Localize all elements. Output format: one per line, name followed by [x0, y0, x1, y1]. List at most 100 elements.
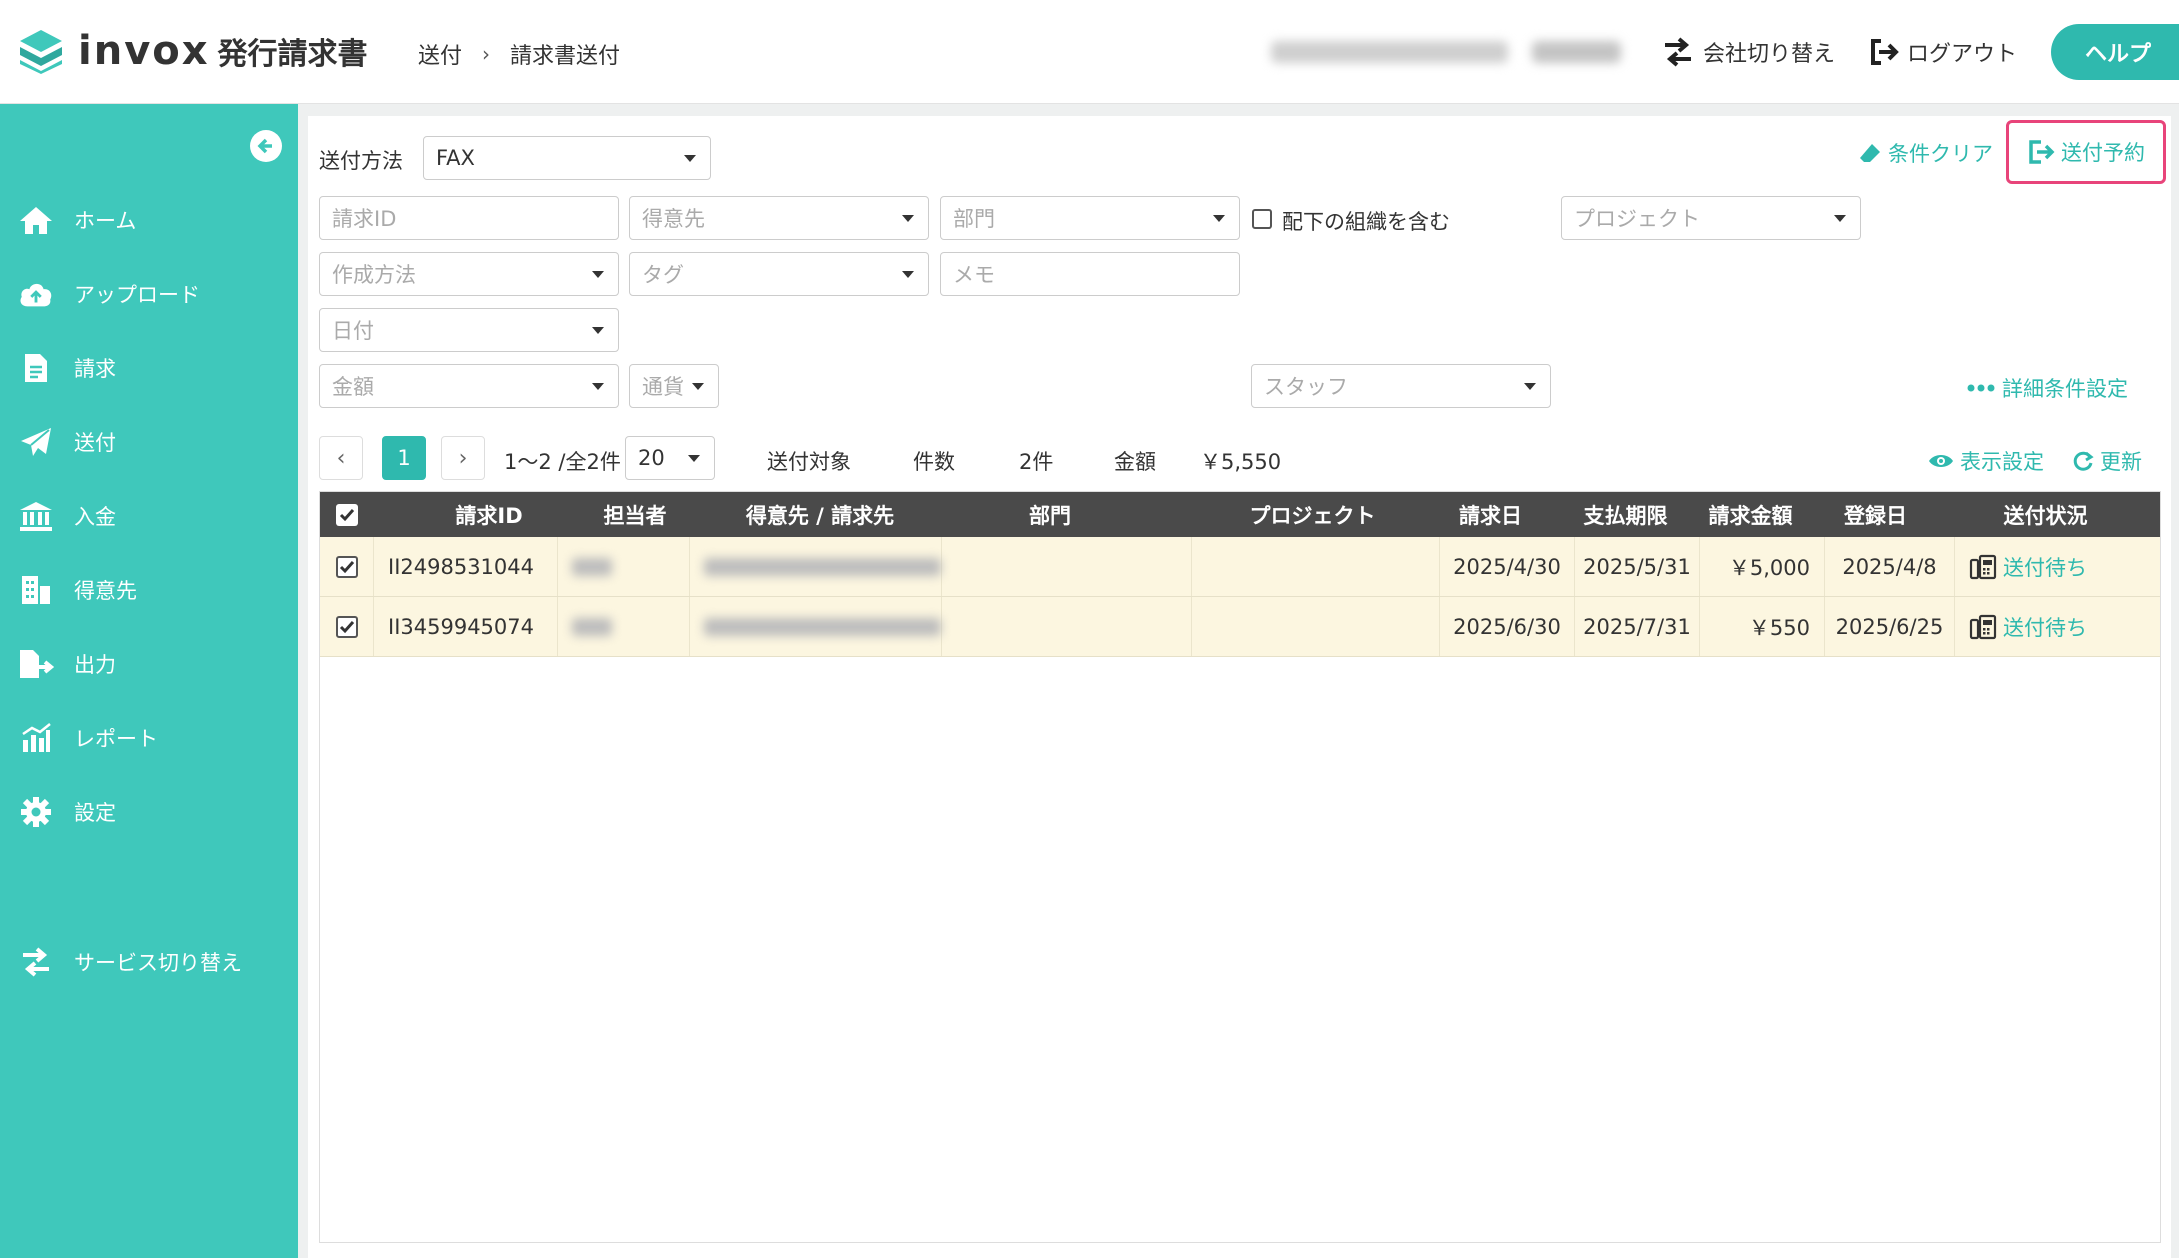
sidebar-item-home[interactable]: ホーム — [18, 202, 136, 238]
table-row[interactable]: II3459945074 2025/6/30 2025/7/31 ￥550 20… — [320, 597, 2160, 657]
send-reservation-button[interactable]: 送付予約 — [2006, 120, 2166, 184]
caret-down-icon — [1834, 215, 1846, 222]
check-icon — [335, 615, 358, 638]
paper-plane-icon — [18, 424, 54, 460]
sidebar-item-service-switch[interactable]: サービス切り替え — [18, 944, 242, 980]
col-department[interactable]: 部門 — [920, 492, 1180, 537]
per-page-value: 20 — [638, 446, 665, 470]
caret-down-icon — [592, 383, 604, 390]
breadcrumb-send[interactable]: 送付 — [418, 38, 462, 70]
send-target-label: 送付対象 — [767, 450, 851, 474]
next-page-button[interactable]: › — [441, 436, 485, 480]
help-button[interactable]: ヘルプ — [2051, 24, 2179, 80]
collapse-sidebar-button[interactable] — [250, 130, 282, 162]
sidebar-item-customer[interactable]: 得意先 — [18, 572, 137, 608]
send-status-label: 送付待ち — [2003, 555, 2087, 580]
company-switch-label: 会社切り替え — [1702, 42, 1835, 67]
app-logo[interactable]: invox 発行請求書 — [18, 28, 368, 74]
top-header: invox 発行請求書 送付 › 請求書送付 会社切り替え ログアウト ヘルプ — [0, 0, 2179, 104]
cell-department — [942, 537, 1192, 596]
cell-customer-blurred — [690, 597, 942, 656]
project-placeholder: プロジェクト — [1574, 207, 1700, 231]
table-row[interactable]: II2498531044 2025/4/30 2025/5/31 ￥5,000 … — [320, 537, 2160, 597]
prev-page-button[interactable]: ‹ — [319, 436, 363, 480]
sidebar-item-billing[interactable]: 請求 — [18, 350, 116, 386]
cell-send-status[interactable]: 送付待ち — [1955, 537, 2160, 596]
cell-request-id[interactable]: II2498531044 — [374, 537, 558, 596]
cell-request-id[interactable]: II3459945074 — [374, 597, 558, 656]
send-status-label: 送付待ち — [2003, 615, 2087, 640]
main-panel: 送付方法 FAX 条件クリア 送付予約 請求ID 得意先 部門 配下の組織を含む… — [308, 116, 2171, 1258]
memo-input[interactable]: メモ — [940, 252, 1240, 296]
customer-select[interactable]: 得意先 — [629, 196, 929, 240]
chevron-left-icon: ‹ — [336, 445, 346, 471]
staff-select[interactable]: スタッフ — [1251, 364, 1551, 408]
create-method-select[interactable]: 作成方法 — [319, 252, 619, 296]
sign-out-icon — [2027, 138, 2055, 166]
cell-issue-date: 2025/4/30 — [1440, 537, 1575, 596]
col-project[interactable]: プロジェクト — [1180, 492, 1445, 537]
date-select[interactable]: 日付 — [319, 308, 619, 352]
tag-placeholder: タグ — [642, 263, 684, 287]
row-checkbox[interactable] — [320, 597, 374, 656]
sidebar-item-send[interactable]: 送付 — [18, 424, 116, 460]
clear-conditions-link[interactable]: 条件クリア — [1858, 138, 1993, 168]
page-range-text: 1〜2 /全2件 — [504, 450, 621, 474]
document-icon — [18, 350, 54, 386]
sidebar-item-report[interactable]: レポート — [18, 720, 158, 756]
tag-select[interactable]: タグ — [629, 252, 929, 296]
cell-issue-date: 2025/6/30 — [1440, 597, 1575, 656]
sidebar-item-label: アップロード — [74, 283, 200, 307]
currency-select[interactable]: 通貨 — [629, 364, 719, 408]
cell-due-date: 2025/5/31 — [1575, 537, 1700, 596]
chevron-right-icon: › — [458, 445, 468, 471]
row-checkbox[interactable] — [320, 537, 374, 596]
display-settings-label: 表示設定 — [1960, 450, 2044, 474]
col-registered-date[interactable]: 登録日 — [1808, 492, 1943, 537]
fax-icon — [1969, 554, 1997, 580]
send-method-select[interactable]: FAX — [423, 136, 711, 180]
sidebar-item-payment[interactable]: 入金 — [18, 498, 116, 534]
request-id-input[interactable]: 請求ID — [319, 196, 619, 240]
logout-link[interactable]: ログアウト — [1869, 36, 2017, 68]
col-due-date[interactable]: 支払期限 — [1558, 492, 1693, 537]
invoice-table: 請求ID 担当者 得意先 / 請求先 部門 プロジェクト 請求日 支払期限 請求… — [319, 491, 2161, 1243]
staff-placeholder: スタッフ — [1264, 375, 1348, 399]
switch-arrows-icon — [1661, 37, 1695, 67]
refresh-icon — [2072, 450, 2094, 472]
include-sub-checkbox[interactable] — [1252, 209, 1272, 229]
count-label: 件数 — [913, 450, 955, 474]
caret-down-icon — [902, 215, 914, 222]
cell-send-status[interactable]: 送付待ち — [1955, 597, 2160, 656]
breadcrumb-invoice-send: 請求書送付 — [510, 44, 621, 69]
col-send-status[interactable]: 送付状況 — [1943, 492, 2148, 537]
caret-down-icon — [1213, 215, 1225, 222]
sidebar-item-upload[interactable]: アップロード — [18, 276, 200, 312]
check-icon — [335, 555, 358, 578]
logo-mark-icon — [20, 30, 62, 74]
display-settings-link[interactable]: 表示設定 — [1928, 446, 2044, 476]
refresh-label: 更新 — [2100, 450, 2142, 474]
amount-select[interactable]: 金額 — [319, 364, 619, 408]
col-issue-date[interactable]: 請求日 — [1423, 492, 1558, 537]
fax-icon — [1969, 614, 1997, 640]
sidebar-item-label: 出力 — [74, 653, 116, 677]
project-select[interactable]: プロジェクト — [1561, 196, 1861, 240]
caret-down-icon — [684, 155, 696, 162]
page-1-button[interactable]: 1 — [382, 436, 426, 480]
eraser-icon — [1858, 142, 1882, 164]
advanced-conditions-link[interactable]: 詳細条件設定 — [1966, 373, 2128, 403]
per-page-select[interactable]: 20 — [625, 436, 715, 480]
refresh-link[interactable]: 更新 — [2072, 446, 2142, 476]
customer-placeholder: 得意先 — [642, 207, 705, 231]
sidebar-item-export[interactable]: 出力 — [18, 646, 116, 682]
logout-icon — [1869, 38, 1899, 66]
select-all-checkbox[interactable] — [320, 492, 374, 537]
switch-arrows-icon — [18, 944, 54, 980]
company-switch-link[interactable]: 会社切り替え — [1661, 36, 1835, 68]
department-select[interactable]: 部門 — [940, 196, 1240, 240]
currency-placeholder: 通貨 — [642, 375, 684, 399]
request-id-placeholder: 請求ID — [332, 207, 397, 231]
sidebar-item-settings[interactable]: 設定 — [18, 794, 116, 830]
col-amount[interactable]: 請求金額 — [1693, 492, 1808, 537]
